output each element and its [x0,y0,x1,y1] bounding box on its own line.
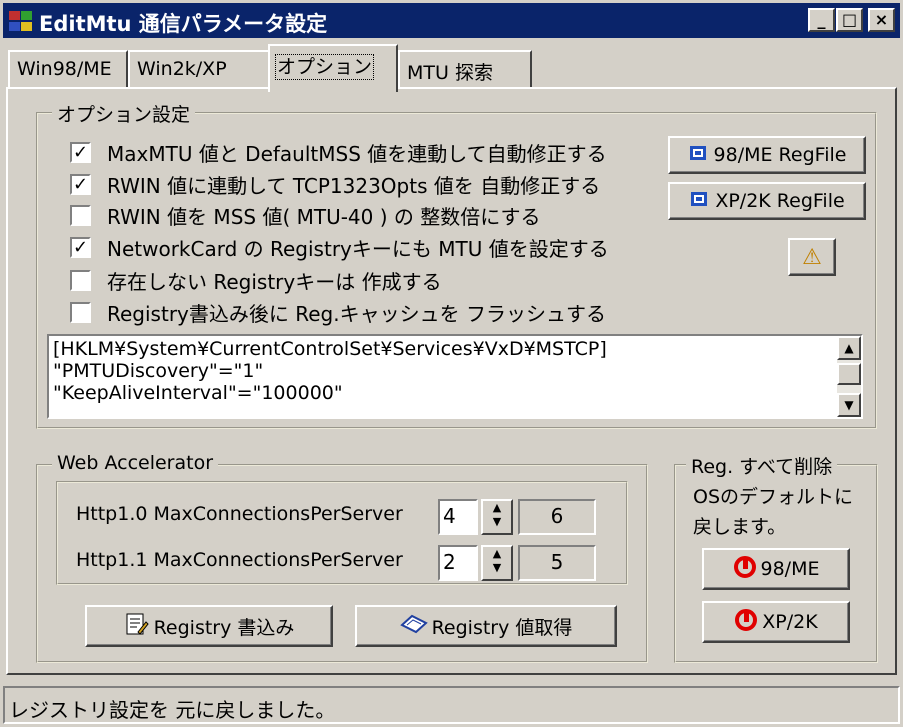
checkbox-link-rwin-tcp1323[interactable]: ✓ RWIN 値に連動して TCP1323Opts 値を 自動修正する [70,169,600,199]
http11-current-value: 5 [518,545,596,581]
checkbox[interactable]: ✓ [70,236,91,258]
checkbox-label: RWIN 値に連動して TCP1323Opts 値を 自動修正する [107,173,601,198]
checkbox-rwin-multiple[interactable]: RWIN 値を MSS 値( MTU-40 ) の 整数倍にする [70,200,540,230]
regfile-xp2k-button[interactable]: XP/2K RegFile [668,182,866,220]
reset-98me-button[interactable]: 98/ME [702,548,850,590]
editmtu-window: EditMtu 通信パラメータ設定 _ □ × Win98/ME Win2k/X… [0,0,903,727]
reset-icon [734,608,758,637]
checkbox-flush-cache[interactable]: Registry書込み後に Reg.キャッシュを フラッシュする [70,297,606,327]
http10-label: Http1.0 MaxConnectionsPerServer [76,503,403,525]
maximize-button[interactable]: □ [836,8,863,32]
checkbox-label: 存在しない Registryキーは 作成する [107,269,442,294]
regfile-icon [688,143,710,168]
button-label: 98/ME [760,558,820,580]
checkbox-label: NetworkCard の Registryキーにも MTU 値を設定する [107,236,609,261]
http10-current-value: 6 [518,499,596,535]
reg-reset-desc-2: 戻します。 [693,516,787,538]
minimize-button[interactable]: _ [808,8,835,32]
registry-read-button[interactable]: Registry 値取得 [355,605,617,647]
checkbox[interactable]: ✓ [70,173,91,195]
tab-label: Win98/ME [17,58,112,80]
help-button[interactable]: ⚠ [788,238,836,276]
http11-label: Http1.1 MaxConnectionsPerServer [76,549,403,571]
help-icon: ⚠ [802,244,822,270]
checkbox-create-keys[interactable]: 存在しない Registryキーは 作成する [70,265,442,295]
checkbox-networkcard-mtu[interactable]: ✓ NetworkCard の Registryキーにも MTU 値を設定する [70,232,609,262]
checkbox[interactable]: ✓ [70,141,91,163]
registry-preview-textarea[interactable]: [HKLM¥System¥CurrentControlSet¥Services¥… [47,334,863,419]
registry-line: [HKLM¥System¥CurrentControlSet¥Services¥… [53,338,607,360]
button-label: Registry 値取得 [431,616,573,639]
checkbox-label: MaxMTU 値と DefaultMSS 値を連動して自動修正する [107,141,607,166]
scroll-up-icon[interactable]: ▲ [837,336,861,360]
scroll-down-icon[interactable]: ▼ [837,393,861,417]
reg-reset-desc-1: OSのデフォルトに [693,486,854,508]
write-registry-icon [124,612,150,641]
reg-reset-title: Reg. すべて削除 [686,452,838,479]
checkbox[interactable] [70,269,91,291]
button-label: XP/2K RegFile [715,190,845,212]
status-text: レジストリ設定を 元に戻しました。 [9,698,336,722]
tab-label: オプション [274,54,375,80]
checkbox-label: Registry書込み後に Reg.キャッシュを フラッシュする [107,301,606,326]
regfile-icon [689,189,711,214]
checkbox[interactable] [70,204,91,226]
button-label: Registry 書込み [153,616,295,639]
http11-stepper[interactable]: ▲ ▼ [481,545,513,581]
http10-stepper[interactable]: ▲ ▼ [481,499,513,535]
tab-options[interactable]: オプション [268,44,398,92]
close-button[interactable]: × [868,8,895,32]
reset-xp2k-button[interactable]: XP/2K [702,601,850,643]
tab-win2kxp[interactable]: Win2k/XP [128,50,270,88]
registry-line: "KeepAliveInterval"="100000" [53,382,343,404]
registry-line: "PMTUDiscovery"="1" [53,360,264,382]
options-group-title: オプション設定 [52,100,196,127]
tab-win98me[interactable]: Win98/ME [8,50,128,88]
http10-input[interactable]: 4 [438,499,478,535]
web-accelerator-title: Web Accelerator [52,452,219,474]
app-icon [9,9,33,33]
regfile-98me-button[interactable]: 98/ME RegFile [668,136,866,174]
tab-label: MTU 探索 [407,62,493,84]
registry-write-button[interactable]: Registry 書込み [85,605,333,647]
scroll-thumb[interactable] [837,363,861,385]
button-label: XP/2K [762,611,818,633]
window-title: EditMtu 通信パラメータ設定 [39,12,328,36]
status-bar: レジストリ設定を 元に戻しました。 [3,686,900,724]
reset-icon [733,555,757,584]
title-bar[interactable]: EditMtu 通信パラメータ設定 _ □ × [3,3,900,38]
vertical-scrollbar[interactable]: ▲ ▼ [837,336,861,417]
checkbox-link-mtu-mss[interactable]: ✓ MaxMTU 値と DefaultMSS 値を連動して自動修正する [70,137,607,167]
checkbox[interactable] [70,301,91,323]
tab-mtu-search[interactable]: MTU 探索 [398,50,532,88]
read-registry-icon [399,613,428,640]
tab-label: Win2k/XP [137,58,227,80]
button-label: 98/ME RegFile [713,144,847,166]
checkbox-label: RWIN 値を MSS 値( MTU-40 ) の 整数倍にする [107,204,541,229]
http11-input[interactable]: 2 [438,545,478,581]
